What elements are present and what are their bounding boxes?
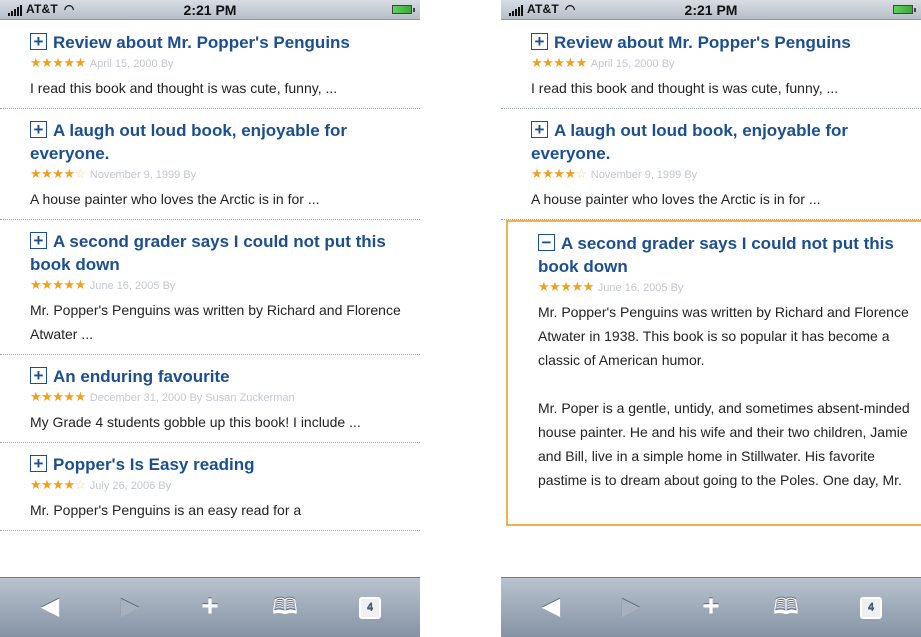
- pages-count: 4: [359, 596, 381, 619]
- open-book-icon[interactable]: 🕮: [255, 578, 315, 637]
- pages-icon[interactable]: 4: [340, 578, 400, 637]
- review-snippet: A house painter who loves the Arctic is …: [30, 191, 320, 207]
- review-snippet: A house painter who loves the Arctic is …: [531, 191, 821, 207]
- plus-square-icon[interactable]: +: [30, 367, 47, 384]
- review-item[interactable]: + A second grader says I could not put th…: [0, 220, 420, 355]
- review-item[interactable]: + An enduring favourite ★★★★★ December 31,…: [0, 355, 420, 443]
- review-meta: November 9, 1999 By: [89, 169, 197, 181]
- review-meta: April 15, 2000 By: [89, 58, 174, 70]
- review-title[interactable]: An enduring favourite: [30, 365, 410, 388]
- star-rating: ★★★★★: [538, 279, 594, 294]
- phone-screen-left: AT&T ◠ 2:21 PM + Review about Mr. Popper's…: [0, 0, 420, 637]
- forward-arrow-icon[interactable]: ▶: [100, 578, 160, 637]
- plus-square-icon[interactable]: +: [30, 33, 47, 50]
- star-rating: ★★★★☆: [30, 166, 86, 181]
- pages-icon[interactable]: 4: [841, 578, 901, 637]
- star-rating: ★★★★★: [30, 55, 86, 70]
- review-snippet: I read this book and thought is was cute…: [531, 80, 839, 96]
- review-item[interactable]: + A laugh out loud book, enjoyable for ev…: [0, 109, 420, 220]
- plus-square-icon[interactable]: +: [30, 121, 47, 138]
- star-rating: ★★★★★: [30, 389, 86, 404]
- star-rating: ★★★★★: [30, 277, 86, 292]
- star-rating: ★★★★★: [531, 55, 587, 70]
- plus-square-icon[interactable]: +: [30, 232, 47, 249]
- review-item[interactable]: + Review about Mr. Popper's Penguins ★★★★…: [0, 21, 420, 109]
- review-item[interactable]: + A laugh out loud book, enjoyable for ev…: [501, 109, 921, 220]
- reviews-list: + Review about Mr. Popper's Penguins ★★★★…: [501, 21, 921, 577]
- star-rating: ★★★★☆: [531, 166, 587, 181]
- plus-icon[interactable]: +: [180, 578, 240, 637]
- review-item[interactable]: + Review about Mr. Popper's Penguins ★★★★…: [501, 21, 921, 109]
- status-time: 2:21 PM: [684, 2, 738, 18]
- status-bar: AT&T ◠ 2:21 PM: [501, 0, 921, 20]
- review-snippet: I read this book and thought is was cute…: [30, 80, 338, 96]
- phone-screen-right: AT&T ◠ 2:21 PM + Review about Mr. Popper's…: [501, 0, 921, 637]
- review-snippet: Mr. Popper's Penguins was written by Ric…: [30, 302, 401, 342]
- review-snippet: My Grade 4 students gobble up this book!…: [30, 414, 361, 430]
- review-title[interactable]: Popper's Is Easy reading: [30, 453, 410, 476]
- review-paragraph: Mr. Popper's Penguins was written by Ric…: [538, 304, 909, 368]
- status-time: 2:21 PM: [183, 2, 237, 18]
- plus-square-icon[interactable]: +: [531, 121, 548, 138]
- review-title[interactable]: A second grader says I could not put thi…: [30, 230, 410, 276]
- review-title[interactable]: Review about Mr. Popper's Penguins: [531, 31, 911, 54]
- open-book-icon[interactable]: 🕮: [756, 578, 816, 637]
- review-title[interactable]: A second grader says I could not put thi…: [538, 232, 914, 278]
- review-meta: June 16, 2005 By: [597, 282, 684, 294]
- review-meta: April 15, 2000 By: [590, 58, 675, 70]
- review-item-expanded[interactable]: − A second grader says I could not put th…: [506, 220, 921, 526]
- pages-count: 4: [860, 596, 882, 619]
- safari-toolbar: ◀ ▶ + 🕮 4: [0, 577, 420, 637]
- review-title[interactable]: A laugh out loud book, enjoyable for eve…: [30, 119, 410, 165]
- review-paragraph: Mr. Poper is a gentle, untidy, and somet…: [538, 400, 910, 488]
- review-meta: July 26, 2006 By: [89, 480, 172, 492]
- review-snippet: Mr. Popper's Penguins is an easy read fo…: [30, 502, 302, 518]
- reviews-list: + Review about Mr. Popper's Penguins ★★★★…: [0, 21, 420, 577]
- battery-icon: [392, 5, 415, 14]
- review-full-text: Mr. Popper's Penguins was written by Ric…: [538, 300, 914, 492]
- plus-icon[interactable]: +: [681, 578, 741, 637]
- review-meta: November 9, 1999 By: [590, 169, 698, 181]
- review-meta: June 16, 2005 By: [89, 280, 176, 292]
- plus-square-icon[interactable]: +: [30, 455, 47, 472]
- minus-square-icon[interactable]: −: [538, 234, 555, 251]
- safari-toolbar: ◀ ▶ + 🕮 4: [501, 577, 921, 637]
- forward-arrow-icon[interactable]: ▶: [601, 578, 661, 637]
- review-meta: December 31, 2000 By Susan Zuckerman: [89, 392, 295, 404]
- review-title[interactable]: A laugh out loud book, enjoyable for eve…: [531, 119, 911, 165]
- status-bar: AT&T ◠ 2:21 PM: [0, 0, 420, 20]
- back-arrow-icon[interactable]: ◀: [20, 578, 80, 637]
- review-title[interactable]: Review about Mr. Popper's Penguins: [30, 31, 410, 54]
- back-arrow-icon[interactable]: ◀: [521, 578, 581, 637]
- plus-square-icon[interactable]: +: [531, 33, 548, 50]
- star-rating: ★★★★☆: [30, 477, 86, 492]
- review-item[interactable]: + Popper's Is Easy reading ★★★★☆ July 26, …: [0, 443, 420, 531]
- battery-icon: [893, 5, 916, 14]
